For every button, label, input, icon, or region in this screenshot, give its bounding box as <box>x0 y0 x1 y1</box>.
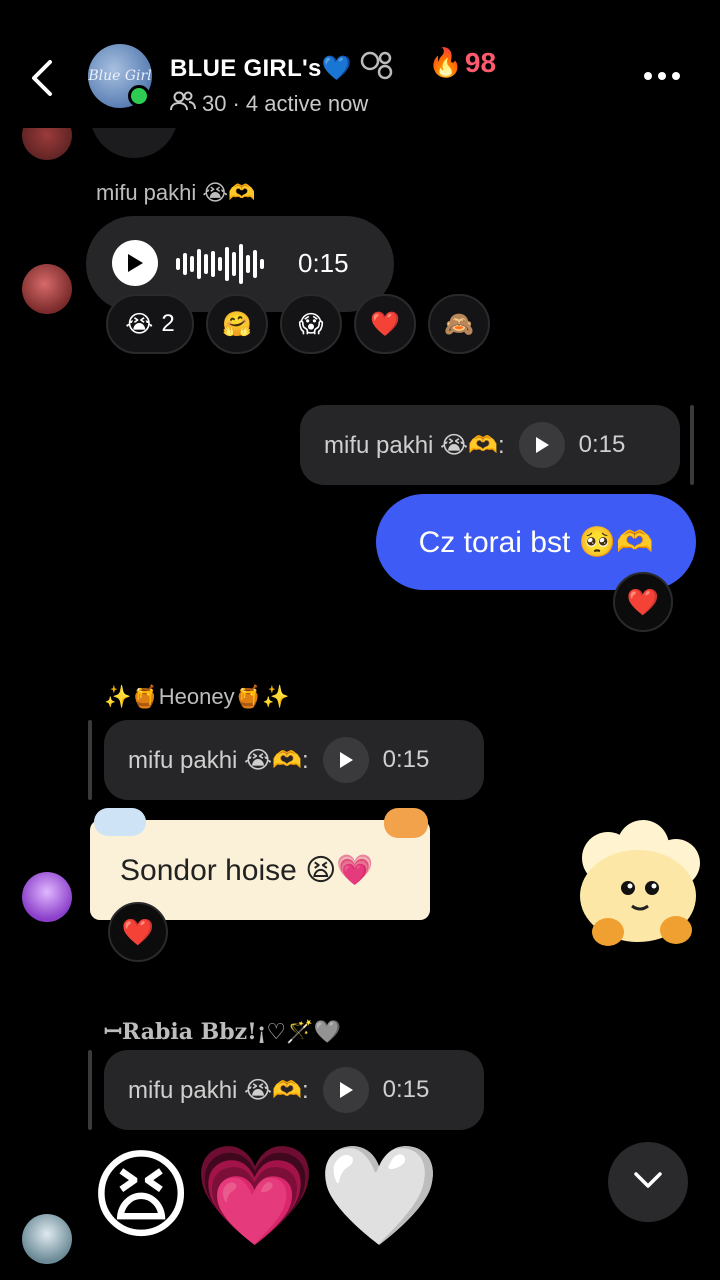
avatar[interactable] <box>22 264 72 314</box>
reaction-emoji: 😱 <box>298 310 324 338</box>
scroll-down-button[interactable] <box>608 1142 688 1222</box>
reply-quote[interactable]: mifu pakhi 😭🫶: 0:15 <box>104 1050 484 1130</box>
cloud-decoration-icon <box>94 808 146 836</box>
reaction-emoji: 🙈 <box>444 310 474 338</box>
reply-bar <box>88 720 92 800</box>
quote-text: mifu pakhi 😭🫶: <box>128 1076 309 1104</box>
popcorn-sticker[interactable] <box>568 818 706 950</box>
waveform <box>176 244 264 284</box>
reaction-count: 2 <box>161 310 175 337</box>
sender-name: mifu pakhi 😭🫶 <box>96 180 256 205</box>
sender-name: ✨🍯Heoney🍯✨ <box>104 684 290 709</box>
reply-bar <box>88 1050 92 1130</box>
group-name[interactable]: BLUE GIRL's💙 <box>170 50 395 83</box>
avatar[interactable] <box>22 1214 72 1264</box>
reactions-row: 😭 2 🤗 😱 ❤️ 🙈 <box>106 294 490 354</box>
bubbles-icon <box>359 51 395 82</box>
reaction-chip[interactable]: 😱 <box>280 294 342 354</box>
members-icon <box>170 90 196 118</box>
back-icon[interactable] <box>24 56 64 100</box>
streak-badge: 🔥 98 <box>428 46 496 79</box>
fire-icon: 🔥 <box>428 47 463 78</box>
avatar[interactable] <box>22 872 72 922</box>
quote-text: mifu pakhi 😭🫶: <box>324 431 505 459</box>
sender-name: ꟷRabia Bbz!¡♡🪄🩶 <box>104 1019 341 1045</box>
group-subtitle: 30 · 4 active now <box>170 90 368 118</box>
reaction-emoji: 😭 <box>125 310 154 338</box>
big-emoji-message[interactable]: 😫💗🤍 <box>90 1140 442 1250</box>
quote-duration: 0:15 <box>578 431 626 458</box>
avatar-text: Blue Girl <box>88 68 152 84</box>
reply-bar <box>690 405 694 485</box>
quote-duration: 0:15 <box>382 746 430 773</box>
quote-duration: 0:15 <box>382 1076 430 1103</box>
reaction-chip[interactable]: ❤️ <box>354 294 416 354</box>
reaction-emoji: ❤️ <box>370 310 400 338</box>
message-text: Cz torai bst 🥺🫶 <box>418 525 654 559</box>
member-count: 30 <box>202 91 227 116</box>
reply-quote[interactable]: mifu pakhi 😭🫶: 0:15 <box>300 405 680 485</box>
streak-count: 98 <box>464 46 497 78</box>
reply-quote[interactable]: mifu pakhi 😭🫶: 0:15 <box>104 720 484 800</box>
reaction-chip[interactable]: 😭 2 <box>106 294 194 354</box>
play-button[interactable] <box>518 422 565 468</box>
reaction-chip[interactable]: 🙈 <box>428 294 490 354</box>
reaction-emoji: 🤗 <box>222 310 252 338</box>
quote-text: mifu pakhi 😭🫶: <box>128 746 309 774</box>
chevron-down-icon <box>632 1170 664 1195</box>
cat-decoration-icon <box>384 808 428 838</box>
reaction-chip[interactable]: 🤗 <box>206 294 268 354</box>
play-button[interactable] <box>322 1067 369 1113</box>
play-button[interactable] <box>112 240 158 286</box>
heart-icon: ❤️ <box>121 916 155 947</box>
message-text: Sondor hoise 😫💗 <box>120 853 374 887</box>
group-name-text: BLUE GIRL's💙 <box>170 55 352 82</box>
chat-header: Blue Girl BLUE GIRL's💙 🔥 98 30 · 4 activ… <box>0 0 720 128</box>
heart-reaction[interactable]: ❤️ <box>108 902 168 962</box>
heart-reaction[interactable]: ❤️ <box>613 572 673 632</box>
more-options-icon[interactable] <box>644 72 680 80</box>
active-status: · 4 active now <box>232 91 369 116</box>
voice-duration: 0:15 <box>298 248 349 278</box>
online-indicator <box>128 85 150 107</box>
heart-icon: ❤️ <box>626 586 660 617</box>
play-button[interactable] <box>322 737 369 783</box>
